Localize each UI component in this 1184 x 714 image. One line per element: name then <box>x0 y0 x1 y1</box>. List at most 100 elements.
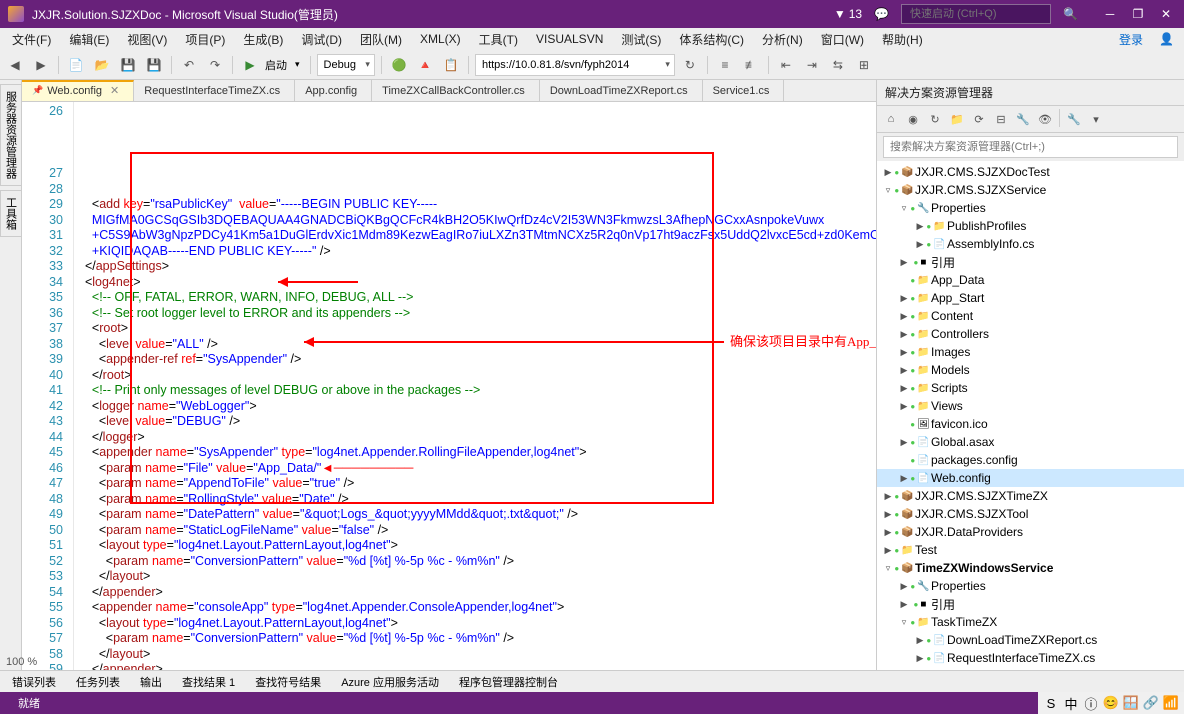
tree-node[interactable]: ▶●📄AssemblyInfo.cs <box>877 235 1184 253</box>
tree-node[interactable]: ▶●🔧Properties <box>877 577 1184 595</box>
tree-node[interactable]: ▶●📁Controllers <box>877 325 1184 343</box>
tree-node[interactable]: ▶●■引用 <box>877 253 1184 271</box>
code-editor[interactable]: 2627282930313233343536373839404142434445… <box>22 102 876 670</box>
home-icon[interactable]: ⌂ <box>881 109 901 129</box>
tree-node[interactable]: ▶●📁Test <box>877 541 1184 559</box>
start-button[interactable]: ▶ <box>239 54 261 76</box>
tree-node[interactable]: ▶●■引用 <box>877 595 1184 613</box>
menu-item[interactable]: 文件(F) <box>4 29 59 50</box>
document-tab[interactable]: 📌Web.config✕ <box>22 80 134 101</box>
svn-commit-icon[interactable]: 🟢 <box>388 54 410 76</box>
menu-item[interactable]: 窗口(W) <box>813 29 872 50</box>
tree-node[interactable]: ▶●📁PublishProfiles <box>877 217 1184 235</box>
tree-node[interactable]: ▶●📄Web.config <box>877 469 1184 487</box>
svn-history-icon[interactable]: 📋 <box>440 54 462 76</box>
menu-item[interactable]: 调试(D) <box>293 29 350 50</box>
tree-node[interactable]: ●📄packages.config <box>877 451 1184 469</box>
tray-icon[interactable]: S <box>1042 694 1060 712</box>
nav-forward-icon[interactable]: ▶ <box>30 54 52 76</box>
indent-icon[interactable]: ⇆ <box>827 54 849 76</box>
tree-node[interactable]: ▶●📄RequestInterfaceTimeZX.cs <box>877 649 1184 667</box>
collapse-icon[interactable]: ⊟ <box>991 109 1011 129</box>
uncomment-icon[interactable]: ≢ <box>740 54 762 76</box>
show-all-icon[interactable]: 📁 <box>947 109 967 129</box>
restore-button[interactable]: ❐ <box>1128 5 1148 23</box>
document-tab[interactable]: RequestInterfaceTimeZX.cs <box>134 80 295 101</box>
document-tab[interactable]: TimeZXCallBackController.cs <box>372 80 540 101</box>
quick-launch-input[interactable] <box>901 4 1051 24</box>
tree-node[interactable]: ▶●📦JXJR.DataProviders <box>877 523 1184 541</box>
properties-icon[interactable]: 🔧 <box>1013 109 1033 129</box>
tree-node[interactable]: ▶●📦JXJR.CMS.SJZXTool <box>877 505 1184 523</box>
bottom-tab[interactable]: Azure 应用服务活动 <box>333 672 447 692</box>
undo-icon[interactable]: ↶ <box>178 54 200 76</box>
tree-node[interactable]: ▿●📁TaskTimeZX <box>877 613 1184 631</box>
redo-icon[interactable]: ↷ <box>204 54 226 76</box>
comment-icon[interactable]: ≡ <box>714 54 736 76</box>
wrench-icon[interactable]: 🔧 <box>1064 109 1084 129</box>
notifications-button[interactable]: ▼13 <box>834 7 862 21</box>
menu-item[interactable]: VISUALSVN <box>528 30 611 48</box>
tree-node[interactable]: ▶●📄Global.asax <box>877 433 1184 451</box>
menu-item[interactable]: 体系结构(C) <box>671 29 752 50</box>
menu-item[interactable]: 测试(S) <box>613 29 669 50</box>
sync-icon[interactable]: ↻ <box>925 109 945 129</box>
tree-node[interactable]: ▶●📦JXJR.CMS.SJZXTimeZX <box>877 487 1184 505</box>
tray-icon[interactable]: 中 <box>1062 694 1080 712</box>
tree-node[interactable]: ▶●📄DownLoadTimeZXReport.cs <box>877 631 1184 649</box>
back-icon[interactable]: ◉ <box>903 109 923 129</box>
document-tab[interactable]: DownLoadTimeZXReport.cs <box>540 80 703 101</box>
tree-node[interactable]: ▿●📦JXJR.CMS.SJZXService <box>877 181 1184 199</box>
menu-item[interactable]: 编辑(E) <box>61 29 117 50</box>
tree-node[interactable]: ▶●📄App.config <box>877 667 1184 670</box>
svn-url-combo[interactable]: https://10.0.81.8/svn/fyph2014 <box>475 54 675 76</box>
close-button[interactable]: ✕ <box>1156 5 1176 23</box>
menu-item[interactable]: 帮助(H) <box>874 29 931 50</box>
solution-search-input[interactable] <box>883 136 1178 158</box>
bottom-tab[interactable]: 任务列表 <box>68 672 128 692</box>
menu-item[interactable]: XML(X) <box>412 30 469 48</box>
bottom-tab[interactable]: 输出 <box>132 672 170 692</box>
save-icon[interactable]: 💾 <box>117 54 139 76</box>
login-link[interactable]: 登录 <box>1111 29 1151 50</box>
quick-launch-search-icon[interactable]: 🔍 <box>1063 7 1078 21</box>
tree-node[interactable]: ●🖼favicon.ico <box>877 415 1184 433</box>
menu-item[interactable]: 团队(M) <box>352 29 410 50</box>
tray-icon[interactable]: 🪟 <box>1122 694 1140 712</box>
minimize-button[interactable]: ─ <box>1100 5 1120 23</box>
document-tab[interactable]: App.config <box>295 80 372 101</box>
tray-icon[interactable]: 😊 <box>1102 694 1120 712</box>
bottom-tab[interactable]: 查找结果 1 <box>174 672 243 692</box>
open-file-icon[interactable]: 📂 <box>91 54 113 76</box>
tray-icon[interactable]: 📶 <box>1162 694 1180 712</box>
search-dropdown-icon[interactable]: ▾ <box>1086 109 1106 129</box>
bottom-tab[interactable]: 错误列表 <box>4 672 64 692</box>
tree-node[interactable]: ▶●📁Images <box>877 343 1184 361</box>
tray-icon[interactable]: 🔗 <box>1142 694 1160 712</box>
preview-icon[interactable]: 👁 <box>1035 109 1055 129</box>
menu-item[interactable]: 分析(N) <box>754 29 811 50</box>
toolbox-tab[interactable]: 工具箱 <box>0 190 22 237</box>
svn-refresh-icon[interactable]: ↻ <box>679 54 701 76</box>
format-icon[interactable]: ⊞ <box>853 54 875 76</box>
tray-icon[interactable]: ⓘ <box>1082 694 1100 712</box>
server-explorer-tab[interactable]: 服务器资源管理器 <box>0 84 22 186</box>
refresh-icon[interactable]: ⟳ <box>969 109 989 129</box>
nav-back-icon[interactable]: ◀ <box>4 54 26 76</box>
tree-node[interactable]: ▶●📁Views <box>877 397 1184 415</box>
tree-node[interactable]: ▶●📁Scripts <box>877 379 1184 397</box>
document-tab[interactable]: Service1.cs <box>703 80 785 101</box>
menu-item[interactable]: 工具(T) <box>471 29 526 50</box>
bottom-tab[interactable]: 查找符号结果 <box>247 672 329 692</box>
svn-update-icon[interactable]: 🔺 <box>414 54 436 76</box>
user-icon[interactable]: 👤 <box>1153 30 1180 48</box>
menu-item[interactable]: 生成(B) <box>235 29 291 50</box>
menu-item[interactable]: 项目(P) <box>177 29 233 50</box>
new-project-icon[interactable]: 📄 <box>65 54 87 76</box>
solution-tree[interactable]: ▶●📦JXJR.CMS.SJZXDocTest▿●📦JXJR.CMS.SJZXS… <box>877 161 1184 670</box>
indent-more-icon[interactable]: ⇥ <box>801 54 823 76</box>
indent-less-icon[interactable]: ⇤ <box>775 54 797 76</box>
tree-node[interactable]: ▶●📁Models <box>877 361 1184 379</box>
tree-node[interactable]: ▿●📦TimeZXWindowsService <box>877 559 1184 577</box>
menu-item[interactable]: 视图(V) <box>119 29 175 50</box>
